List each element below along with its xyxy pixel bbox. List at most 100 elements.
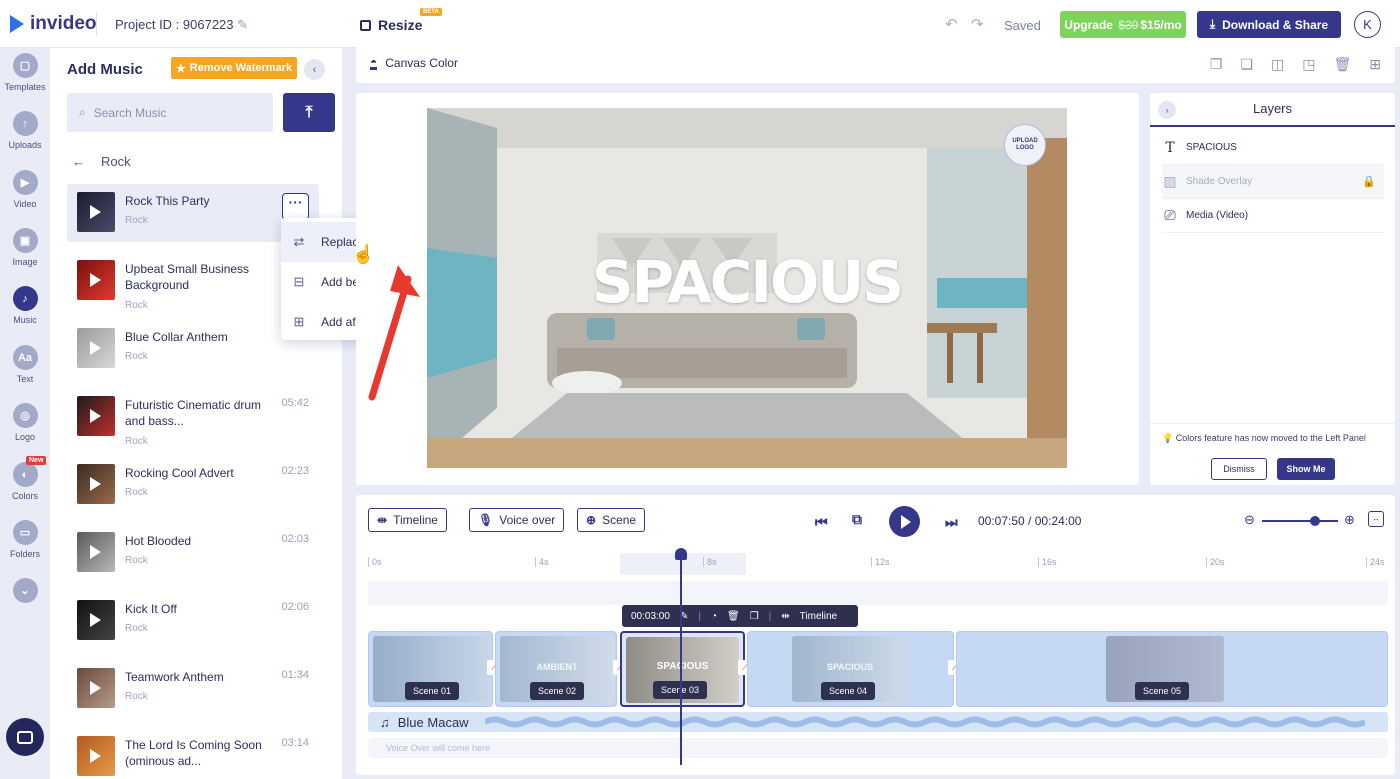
track-item[interactable]: The Lord Is Coming Soon (ominous ad... 0… — [67, 728, 319, 779]
chevron-left-icon: ‹ — [312, 63, 317, 76]
track-thumbnail — [77, 600, 115, 640]
rail-item-colors[interactable]: ◐ Colors New — [0, 456, 50, 501]
folder-icon: ▭ — [12, 520, 38, 545]
copy-icon[interactable]: ◫ — [1271, 56, 1284, 73]
skip-forward-icon[interactable]: ⏭ — [945, 514, 958, 531]
audio-waveform — [484, 716, 1365, 728]
layers-panel: Layers › T SPACIOUS ▨ Shade Overlay 🔒 ⎚ Medi… — [1150, 93, 1395, 485]
canvas-color-button[interactable]: ◓ Canvas Color — [370, 56, 458, 70]
lock-icon[interactable]: 🔒 — [1362, 175, 1376, 188]
scene-clip-selected[interactable]: SPACIOUS Scene 03 — [620, 631, 745, 707]
layers-tab[interactable]: Layers — [1150, 93, 1395, 127]
rail-more[interactable]: ⌄ — [0, 578, 50, 603]
dismiss-button[interactable]: Dismiss — [1211, 458, 1267, 480]
layer-item-overlay[interactable]: ▨ Shade Overlay 🔒 — [1162, 165, 1384, 199]
voice-over-button[interactable]: 🎙 Voice over — [469, 508, 565, 532]
remove-watermark-button[interactable]: ★ Remove Watermark — [171, 57, 297, 79]
send-backward-icon[interactable]: ❏ — [1240, 56, 1253, 73]
trash-icon[interactable]: 🗑 — [1333, 56, 1351, 73]
rail-item-video[interactable]: ▶ Video — [0, 170, 50, 209]
rail-item-folders[interactable]: ▭ Folders — [0, 520, 50, 559]
rail-item-text[interactable]: Aa Text — [0, 345, 50, 384]
download-share-button[interactable]: ⤓ Download & Share — [1197, 11, 1341, 38]
layer-item-text[interactable]: T SPACIOUS — [1162, 131, 1384, 165]
canvas-headline[interactable]: SPACIOUS — [427, 248, 1067, 316]
skip-back-icon[interactable]: ⏮ — [815, 514, 828, 531]
track-item[interactable]: Hot Blooded Rock 02:03 — [67, 524, 319, 582]
grid-icon[interactable]: ⊞ — [1369, 56, 1381, 73]
upgrade-button[interactable]: Upgrade $30 $15/mo — [1060, 11, 1186, 38]
zoom-slider-track[interactable] — [1262, 520, 1338, 522]
scene-thumbnail-text: AMBIENT — [536, 662, 578, 672]
redo-icon[interactable]: ↷ — [971, 15, 984, 33]
play-button[interactable] — [889, 506, 920, 537]
rail-item-uploads[interactable]: ↑ Uploads — [0, 111, 50, 150]
rail-item-image[interactable]: ▣ Image — [0, 228, 50, 267]
upload-icon: ⤒ — [305, 103, 313, 121]
play-icon — [90, 545, 101, 559]
scene-clip[interactable]: Scene 05 — [956, 631, 1388, 707]
scene-duration[interactable]: 00:03:00 — [631, 611, 670, 622]
zoom-slider-knob[interactable] — [1310, 516, 1321, 526]
scene-timeline-link[interactable]: Timeline — [800, 611, 837, 622]
upload-music-button[interactable]: ⤒ — [283, 93, 335, 132]
add-before-icon: ⊟ — [293, 274, 305, 289]
undo-icon[interactable]: ↶ — [945, 15, 958, 33]
timeline-button[interactable]: ⇹ Timeline — [368, 508, 447, 532]
hand-cursor-icon: ☝ — [352, 244, 375, 264]
edit-pencil-icon[interactable]: ✎ — [237, 17, 248, 32]
speed-icon[interactable]: ◔ — [711, 611, 717, 622]
rail-item-templates[interactable]: ▢ Templates — [0, 53, 50, 92]
layers-expand-button[interactable]: › — [1158, 101, 1176, 119]
music-note-icon: ♫ — [380, 714, 390, 730]
zoom-out-icon[interactable]: ⊖ — [1244, 512, 1255, 528]
track-item[interactable]: Rocking Cool Advert Rock 02:23 — [67, 456, 319, 514]
time-ruler[interactable]: 0s 4s 8s 12s 16s 20s 24s — [368, 553, 1388, 575]
track-item[interactable]: Teamwork Anthem Rock 01:34 — [67, 660, 319, 718]
search-input[interactable] — [93, 105, 244, 120]
track-item[interactable]: Futuristic Cinematic drum and bass... Ro… — [67, 388, 319, 447]
upload-logo-placeholder[interactable]: UPLOAD LOGO — [1004, 124, 1046, 166]
search-icon: ⌕ — [79, 105, 86, 119]
voiceover-track[interactable]: Voice Over will come here — [368, 738, 1388, 758]
trash-icon[interactable]: 🗑 — [727, 611, 740, 622]
add-scene-button[interactable]: ⊕ Scene — [577, 508, 646, 532]
track-name: Teamwork Anthem — [125, 670, 224, 684]
playhead-handle[interactable] — [675, 548, 687, 560]
colors-icon: ◐ — [12, 462, 38, 487]
zoom-in-icon[interactable]: ⊕ — [1344, 512, 1355, 528]
playhead-line[interactable] — [680, 550, 682, 765]
ruler-tick: 12s — [871, 557, 890, 567]
track-thumbnail — [77, 328, 115, 368]
rail-item-music[interactable]: ♪ Music — [0, 286, 50, 325]
chat-button[interactable] — [6, 718, 44, 756]
play-icon — [90, 749, 101, 763]
bring-forward-icon[interactable]: ❐ — [1210, 56, 1223, 73]
layer-item-media[interactable]: ⎚ Media (Video) — [1162, 199, 1384, 233]
preview-icon[interactable]: ⧉ — [852, 511, 862, 528]
canvas-preview[interactable]: UPLOAD LOGO SPACIOUS — [427, 108, 1067, 468]
category-back[interactable]: ← Rock — [72, 154, 131, 169]
audio-track[interactable]: ♫ Blue Macaw — [368, 712, 1388, 732]
project-id[interactable]: Project ID : 9067223 ✎ — [115, 17, 248, 33]
fit-timeline-icon[interactable]: ↔ — [1368, 511, 1384, 527]
collapse-panel-button[interactable]: ‹ — [304, 59, 325, 80]
ruler-tick: 16s — [1038, 557, 1057, 567]
chat-icon — [17, 730, 33, 744]
duplicate-icon[interactable]: ◳ — [1302, 56, 1315, 73]
scene-thumbnail-text: SPACIOUS — [656, 661, 709, 672]
scene-clip[interactable]: AMBIENT Scene 02 — [495, 631, 617, 707]
avatar[interactable]: K — [1354, 11, 1381, 38]
duplicate-icon[interactable]: ❐ — [750, 611, 759, 622]
rail-item-logo[interactable]: ◎ Logo — [0, 403, 50, 442]
track-more-button[interactable]: ··· — [282, 193, 309, 220]
resize-button[interactable]: Resize — [360, 17, 422, 33]
show-me-button[interactable]: Show Me — [1277, 458, 1335, 480]
invideo-logo[interactable]: invideo — [10, 13, 97, 35]
track-name: Futuristic Cinematic drum and bass... — [125, 398, 262, 428]
logo-mark-icon — [10, 15, 24, 33]
scene-clip[interactable]: Scene 01 — [368, 631, 493, 707]
scene-clip[interactable]: SPACIOUS Scene 04 — [747, 631, 954, 707]
track-item[interactable]: Kick It Off Rock 02:06 — [67, 592, 319, 650]
ruler-tick: 20s — [1206, 557, 1225, 567]
